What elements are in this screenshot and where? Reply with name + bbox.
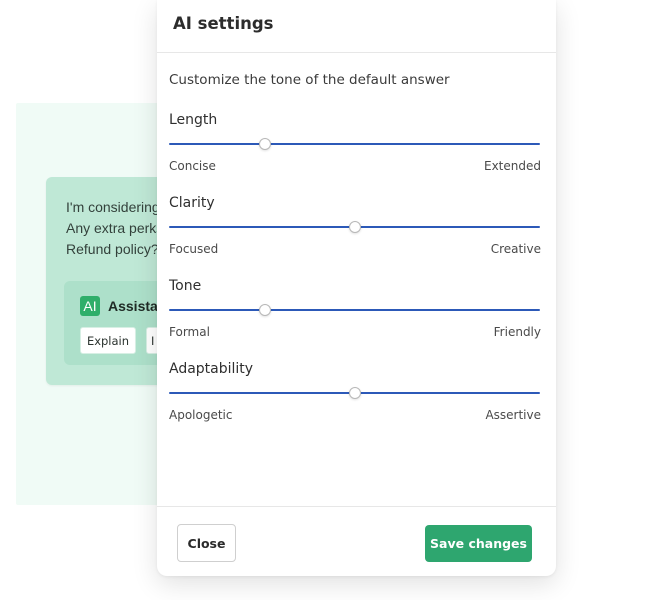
slider-thumb[interactable] (259, 304, 272, 316)
slider-clarity: Clarity Focused Creative (169, 195, 541, 275)
slider-thumb[interactable] (348, 387, 361, 399)
slider-max-label: Extended (484, 159, 541, 173)
save-changes-button[interactable]: Save changes (425, 525, 532, 562)
modal-subtitle: Customize the tone of the default answer (169, 72, 450, 88)
slider-max-label: Creative (490, 242, 541, 256)
slider-min-label: Concise (169, 159, 216, 173)
slider-title: Clarity (169, 195, 215, 211)
slider-title: Length (169, 112, 218, 128)
slider-tone: Tone Formal Friendly (169, 278, 541, 358)
slider-max-label: Assertive (485, 408, 541, 422)
slider-min-label: Focused (169, 242, 219, 256)
ai-settings-modal: AI settings Customize the tone of the de… (157, 0, 556, 576)
modal-header: AI settings (157, 0, 556, 53)
slider-track[interactable] (169, 143, 540, 145)
slider-title: Tone (169, 278, 202, 294)
slider-title: Adaptability (169, 361, 254, 377)
slider-length: Length Concise Extended (169, 112, 541, 192)
slider-min-label: Apologetic (169, 408, 233, 422)
slider-thumb[interactable] (259, 138, 272, 150)
slider-adaptability: Adaptability Apologetic Assertive (169, 361, 541, 441)
ai-badge-icon: AI (80, 296, 100, 316)
slider-thumb[interactable] (348, 221, 361, 233)
screen: I'm considering Any extra perks Refund p… (0, 0, 659, 600)
modal-footer: Close Save changes (157, 506, 556, 576)
slider-min-label: Formal (169, 325, 210, 339)
modal-title: AI settings (173, 14, 274, 33)
explain-chip-button[interactable]: Explain (80, 327, 136, 354)
close-button[interactable]: Close (177, 524, 236, 562)
slider-max-label: Friendly (493, 325, 541, 339)
slider-track[interactable] (169, 309, 540, 311)
